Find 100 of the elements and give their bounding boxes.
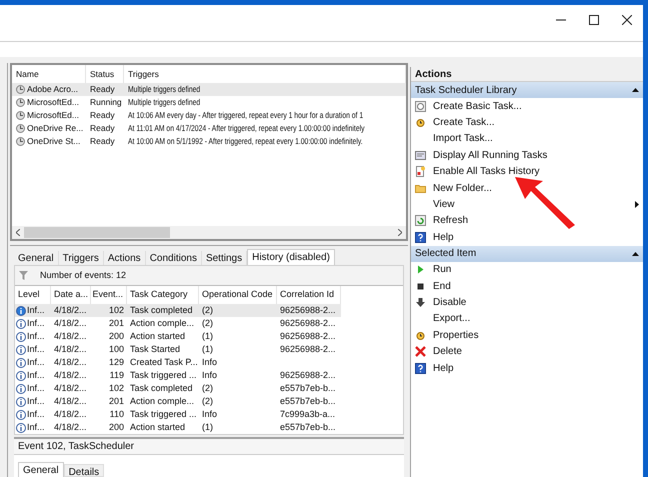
table-cell-text: 4/18/2...	[54, 316, 87, 330]
table-cell-text: Inf...	[27, 342, 45, 356]
clock-icon	[415, 117, 426, 128]
table-cell-text: 201	[108, 316, 124, 330]
filter-icon[interactable]	[19, 271, 28, 280]
action-item[interactable]: Help	[411, 360, 643, 376]
scroll-right-icon[interactable]	[398, 229, 402, 236]
table-cell-text: 4/18/2...	[54, 304, 87, 317]
table-cell-text: e557b7eb-b...	[280, 394, 336, 408]
action-item[interactable]: View	[411, 196, 643, 213]
tab[interactable]: General	[18, 462, 64, 477]
table-cell-text: 4/18/2...	[54, 342, 87, 356]
section-title: Selected Item	[415, 247, 476, 262]
table-cell-text: Inf...	[27, 408, 45, 421]
action-item[interactable]: End	[411, 278, 643, 294]
table-cell-text: Inf...	[27, 420, 45, 434]
event-row[interactable]: Inf... 4/18/2... 110 Task triggered ... Info 7c999a3b-a...	[15, 408, 341, 421]
help-icon	[415, 232, 426, 243]
action-item[interactable]: New Folder...	[411, 180, 643, 196]
event-row[interactable]: Inf... 4/18/2... 129 Created Task P... Info	[15, 356, 341, 369]
table-cell-text: Inf...	[27, 316, 45, 330]
table-cell: Ready	[90, 123, 115, 134]
task-row[interactable]: OneDrive St... Ready At 10:00 AM on 5/1/1992 - After triggered, repeat every 1.00:00:00 indefinitely.	[12, 135, 406, 148]
table-cell-text: Inf...	[27, 368, 45, 382]
task-row[interactable]: OneDrive Re... Ready At 11:01 AM on 4/17/2024 - After triggered, repeat every 1.00:00:00 indefinitely	[12, 122, 406, 135]
annotation-arrow	[513, 175, 577, 231]
event-row[interactable]: Inf... 4/18/2... 200 Action started (1) e557b7eb-b...	[15, 421, 341, 434]
table-cell-text: 96256988-2...	[280, 316, 336, 330]
wizard-icon	[415, 100, 426, 112]
table-cell: Ready	[90, 84, 115, 94]
table-cell-text: Action started	[130, 420, 186, 434]
table-cell-text: Task triggered ...	[130, 408, 197, 421]
folder-icon	[415, 182, 426, 194]
horizontal-scrollbar[interactable]	[12, 226, 406, 240]
action-item[interactable]: Disable	[411, 294, 643, 311]
table-cell-text: 100	[108, 342, 124, 356]
scroll-left-icon[interactable]	[16, 229, 20, 236]
action-item[interactable]: Export...	[411, 310, 643, 328]
close-icon	[622, 15, 632, 25]
clock-icon	[415, 330, 426, 341]
action-item[interactable]: Enable All Tasks History	[411, 164, 643, 180]
section-header[interactable]: Selected Item	[411, 246, 643, 262]
clock-icon	[16, 98, 25, 107]
table-cell-text: (2)	[202, 394, 213, 408]
table-cell-text: Task triggered ...	[130, 368, 197, 382]
table-cell-text: Action comple...	[130, 316, 194, 330]
table-cell-text: 4/18/2...	[54, 330, 87, 343]
table-cell-text: Inf...	[27, 382, 45, 395]
action-item[interactable]: Help	[411, 229, 643, 246]
tab[interactable]: Details	[64, 464, 104, 477]
table-cell-text: Task completed	[130, 304, 193, 317]
table-cell-text: Created Task P...	[130, 356, 198, 369]
action-item[interactable]: Properties	[411, 327, 643, 344]
maximize-icon	[588, 15, 598, 25]
monitor-icon	[415, 150, 426, 161]
table-cell: Multiple triggers defined	[128, 96, 200, 109]
task-row[interactable]: MicrosoftEd... Running Multiple triggers defined	[12, 96, 406, 109]
action-item[interactable]: Create Task...	[411, 114, 643, 131]
table-cell: Adobe Acro...	[27, 83, 78, 96]
table-cell-text: Inf...	[27, 394, 45, 408]
clock-icon	[16, 124, 25, 133]
event-row[interactable]: Inf... 4/18/2... 119 Task triggered ... Info 96256988-2...	[15, 369, 341, 382]
table-cell: At 10:00 AM on 5/1/1992 - After triggered, repeat every 1.00:00:00 indefinitely.	[128, 135, 363, 148]
tab[interactable]: History (disabled)	[247, 249, 335, 265]
action-item[interactable]: Create Basic Task...	[411, 98, 643, 114]
table-cell-text: Action comple...	[130, 394, 194, 408]
collapse-icon	[632, 88, 639, 92]
delete-icon	[415, 346, 426, 358]
event-row[interactable]: Inf... 4/18/2... 200 Action started (1) 96256988-2...	[15, 330, 341, 343]
event-row[interactable]: Inf... 4/18/2... 102 Task completed (2) 96256988-2...	[15, 304, 341, 317]
task-row[interactable]: MicrosoftEd... Ready At 10:06 AM every day - After triggered, repeat every 1 hour for a duration of 1	[12, 109, 406, 122]
section-title: Task Scheduler Library	[415, 84, 517, 98]
table-cell: OneDrive St...	[27, 135, 80, 148]
help-icon	[415, 362, 426, 374]
table-cell-text: (1)	[202, 420, 213, 434]
event-row[interactable]: Inf... 4/18/2... 100 Task Started (1) 96256988-2...	[15, 343, 341, 356]
table-cell-text: Action started	[130, 330, 186, 343]
event-count: Number of events: 12	[40, 268, 126, 282]
table-cell-text: 4/18/2...	[54, 394, 87, 408]
action-item[interactable]: Import Task...	[411, 130, 643, 148]
action-item[interactable]: Display All Running Tasks	[411, 147, 643, 164]
event-row[interactable]: Inf... 4/18/2... 201 Action comple... (2) e557b7eb-b...	[15, 395, 341, 408]
task-row[interactable]: Adobe Acro... Ready Multiple triggers defined	[12, 83, 406, 96]
table-cell: At 10:06 AM every day - After triggered, repeat every 1 hour for a duration of 1	[128, 109, 364, 122]
event-row[interactable]: Inf... 4/18/2... 201 Action comple... (2) 96256988-2...	[15, 317, 341, 330]
action-item[interactable]: Refresh	[411, 212, 643, 230]
event-row[interactable]: Inf... 4/18/2... 102 Task completed (2) e557b7eb-b...	[15, 382, 341, 395]
table-cell-text: 4/18/2...	[54, 368, 87, 382]
table-cell-text: 110	[110, 408, 124, 421]
table-cell: Ready	[90, 136, 115, 146]
action-item[interactable]: Delete	[411, 343, 643, 360]
table-cell-text: (2)	[202, 304, 213, 317]
table-cell-text: 4/18/2...	[54, 356, 87, 369]
refresh-icon	[415, 215, 426, 226]
section-header[interactable]: Task Scheduler Library	[411, 82, 643, 98]
action-item[interactable]: Run	[411, 262, 643, 278]
collapse-icon	[632, 252, 639, 256]
table-cell-text: Task Started	[130, 342, 180, 356]
table-cell-text: 129	[108, 356, 124, 369]
event-title: Event 102, TaskScheduler	[14, 439, 404, 455]
